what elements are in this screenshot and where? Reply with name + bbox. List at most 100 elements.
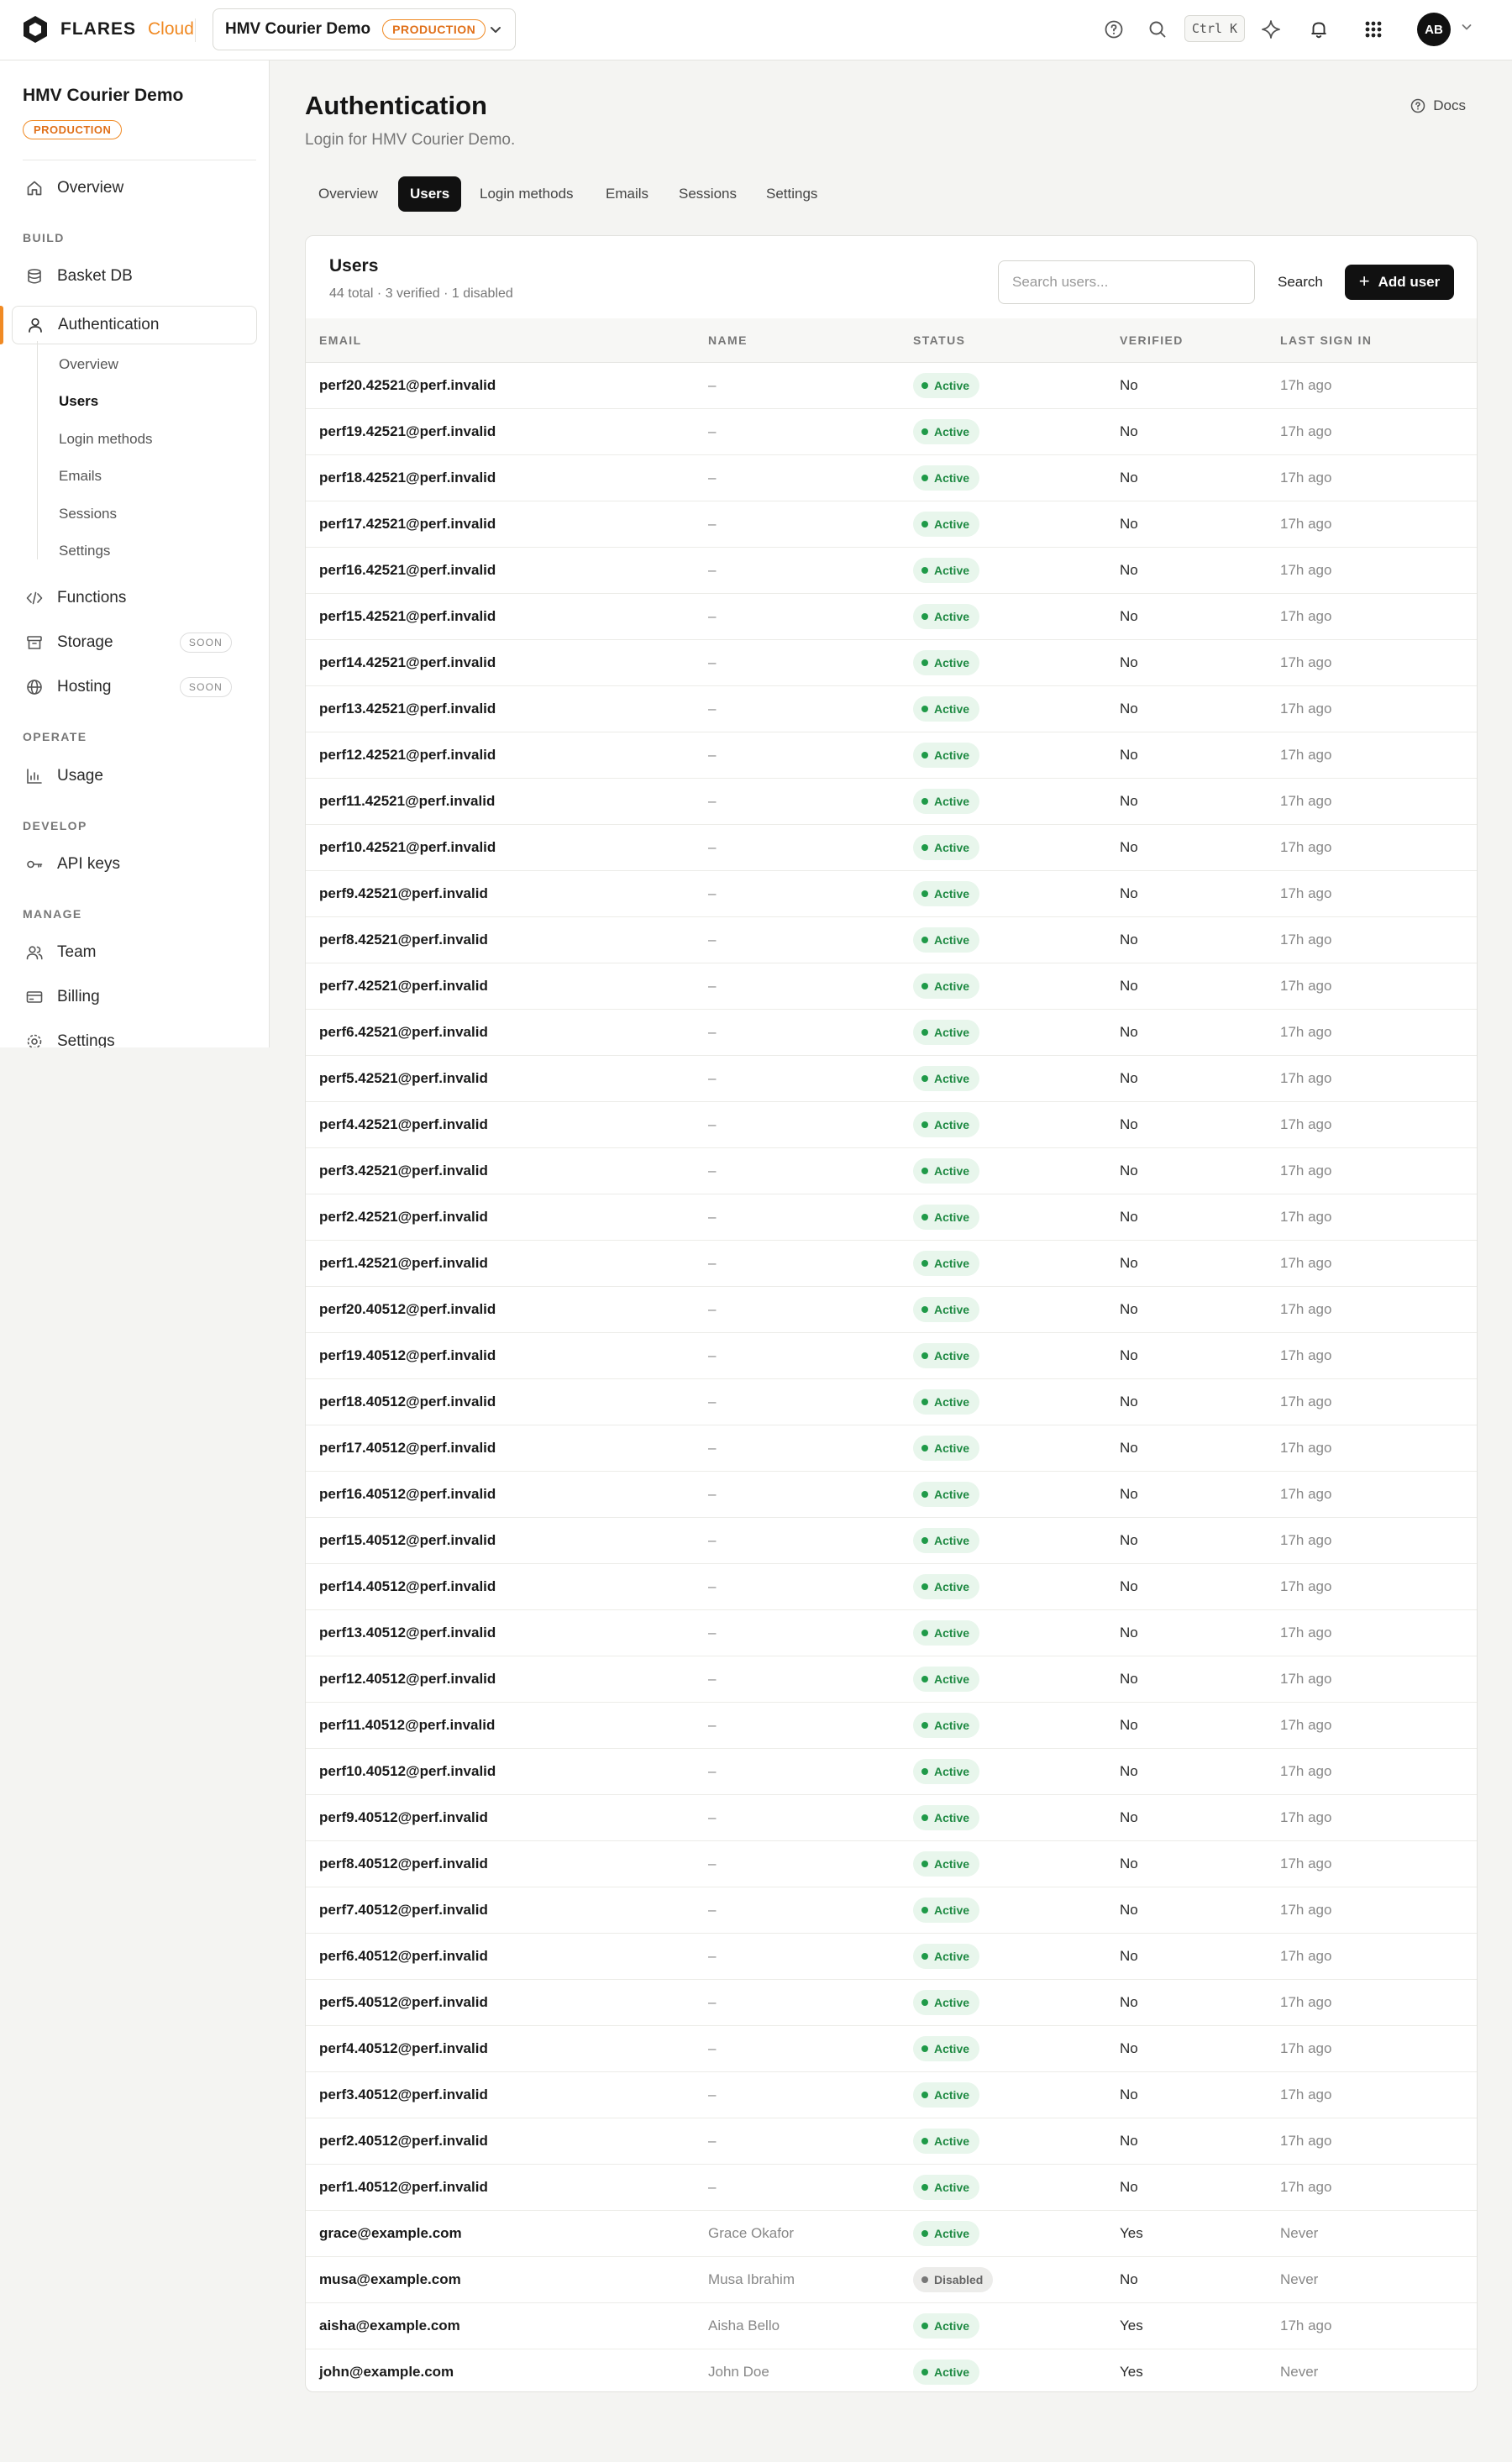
user-email[interactable]: perf8.40512@perf.invalid (306, 1840, 695, 1887)
chevron-down-icon[interactable] (1460, 20, 1473, 34)
table-row[interactable]: perf20.40512@perf.invalid – Active No 17h ag… (306, 1286, 1477, 1333)
subnav-item-overview[interactable]: Overview (59, 356, 118, 373)
column-header-name[interactable]: NAME (695, 318, 900, 363)
table-row[interactable]: perf16.40512@perf.invalid – Active No 17h ag… (306, 1471, 1477, 1518)
user-email[interactable]: perf3.40512@perf.invalid (306, 2071, 695, 2118)
user-email[interactable]: perf5.40512@perf.invalid (306, 1979, 695, 2026)
user-email[interactable]: grace@example.com (306, 2210, 695, 2257)
table-row[interactable]: perf17.42521@perf.invalid – Active No 17h ag… (306, 501, 1477, 548)
user-email[interactable]: perf13.42521@perf.invalid (306, 685, 695, 732)
tab-settings[interactable]: Settings (754, 176, 829, 212)
avatar[interactable]: AB (1417, 13, 1451, 46)
table-row[interactable]: perf1.42521@perf.invalid – Active No 17h ago (306, 1240, 1477, 1287)
user-email[interactable]: perf18.40512@perf.invalid (306, 1378, 695, 1425)
subnav-item-users[interactable]: Users (59, 393, 98, 410)
user-email[interactable]: perf1.42521@perf.invalid (306, 1240, 695, 1287)
user-email[interactable]: perf3.42521@perf.invalid (306, 1147, 695, 1194)
user-email[interactable]: perf10.40512@perf.invalid (306, 1748, 695, 1795)
user-email[interactable]: perf18.42521@perf.invalid (306, 454, 695, 501)
table-row[interactable]: grace@example.com Grace Okafor Active Yes Ne… (306, 2210, 1477, 2257)
user-email[interactable]: perf13.40512@perf.invalid (306, 1609, 695, 1656)
help-icon[interactable] (1103, 18, 1125, 40)
table-row[interactable]: perf18.40512@perf.invalid – Active No 17h ag… (306, 1378, 1477, 1425)
table-row[interactable]: perf11.40512@perf.invalid – Active No 17h ag… (306, 1702, 1477, 1749)
user-email[interactable]: perf20.42521@perf.invalid (306, 362, 695, 409)
apps-grid-icon[interactable] (1362, 18, 1384, 40)
table-row[interactable]: perf10.40512@perf.invalid – Active No 17h ag… (306, 1748, 1477, 1795)
tab-overview[interactable]: Overview (307, 176, 390, 212)
user-email[interactable]: perf17.42521@perf.invalid (306, 501, 695, 548)
table-row[interactable]: perf19.40512@perf.invalid – Active No 17h ag… (306, 1332, 1477, 1379)
sidebar-item-hosting[interactable]: Hosting SOON (12, 668, 257, 706)
table-row[interactable]: perf7.40512@perf.invalid – Active No 17h ago (306, 1887, 1477, 1934)
search-button[interactable]: Search (1269, 265, 1331, 299)
user-email[interactable]: aisha@example.com (306, 2302, 695, 2349)
table-row[interactable]: perf13.42521@perf.invalid – Active No 17h ag… (306, 685, 1477, 732)
user-email[interactable]: perf15.42521@perf.invalid (306, 593, 695, 640)
table-row[interactable]: perf6.42521@perf.invalid – Active No 17h ago (306, 1009, 1477, 1056)
column-header-verified[interactable]: VERIFIED (1106, 318, 1267, 363)
user-email[interactable]: perf7.42521@perf.invalid (306, 963, 695, 1010)
user-email[interactable]: perf19.42521@perf.invalid (306, 408, 695, 455)
column-header-email[interactable]: EMAIL (306, 318, 695, 363)
user-email[interactable]: perf16.40512@perf.invalid (306, 1471, 695, 1518)
sidebar-item-authentication[interactable]: Authentication (12, 306, 257, 344)
user-email[interactable]: perf9.40512@perf.invalid (306, 1794, 695, 1841)
table-row[interactable]: perf16.42521@perf.invalid – Active No 17h ag… (306, 547, 1477, 594)
project-switcher[interactable]: HMV Courier Demo PRODUCTION (213, 8, 516, 50)
user-email[interactable]: perf17.40512@perf.invalid (306, 1425, 695, 1472)
user-email[interactable]: perf9.42521@perf.invalid (306, 870, 695, 917)
table-row[interactable]: perf1.40512@perf.invalid – Active No 17h ago (306, 2164, 1477, 2211)
user-email[interactable]: perf4.40512@perf.invalid (306, 2025, 695, 2072)
user-email[interactable]: perf8.42521@perf.invalid (306, 916, 695, 963)
user-email[interactable]: john@example.com (306, 2349, 695, 2391)
user-email[interactable]: perf10.42521@perf.invalid (306, 824, 695, 871)
user-email[interactable]: perf11.42521@perf.invalid (306, 778, 695, 825)
table-row[interactable]: perf12.40512@perf.invalid – Active No 17h ag… (306, 1656, 1477, 1703)
sparkle-icon[interactable] (1260, 18, 1282, 40)
table-row[interactable]: perf11.42521@perf.invalid – Active No 17h ag… (306, 778, 1477, 825)
sidebar-item-team[interactable]: Team (12, 933, 257, 972)
command-shortcut[interactable]: Ctrl K (1184, 15, 1245, 42)
sidebar-item-functions[interactable]: Functions (12, 579, 257, 617)
sidebar-item-storage[interactable]: Storage SOON (12, 623, 257, 662)
subnav-item-login-methods[interactable]: Login methods (59, 431, 153, 448)
tab-sessions[interactable]: Sessions (667, 176, 748, 212)
table-row[interactable]: perf9.42521@perf.invalid – Active No 17h ago (306, 870, 1477, 917)
sidebar-item-basket-db[interactable]: Basket DB (12, 257, 257, 296)
subnav-item-emails[interactable]: Emails (59, 468, 102, 485)
tab-login-methods[interactable]: Login methods (468, 176, 585, 212)
sidebar-item-overview[interactable]: Overview (12, 169, 257, 207)
table-row[interactable]: perf12.42521@perf.invalid – Active No 17h ag… (306, 732, 1477, 779)
user-email[interactable]: perf2.40512@perf.invalid (306, 2118, 695, 2165)
user-email[interactable]: perf15.40512@perf.invalid (306, 1517, 695, 1564)
table-row[interactable]: perf15.40512@perf.invalid – Active No 17h ag… (306, 1517, 1477, 1564)
table-row[interactable]: perf2.40512@perf.invalid – Active No 17h ago (306, 2118, 1477, 2165)
table-row[interactable]: perf3.40512@perf.invalid – Active No 17h ago (306, 2071, 1477, 2118)
user-email[interactable]: perf12.42521@perf.invalid (306, 732, 695, 779)
search-icon[interactable] (1147, 18, 1168, 40)
table-row[interactable]: perf10.42521@perf.invalid – Active No 17h ag… (306, 824, 1477, 871)
table-row[interactable]: perf4.40512@perf.invalid – Active No 17h ago (306, 2025, 1477, 2072)
table-row[interactable]: perf17.40512@perf.invalid – Active No 17h ag… (306, 1425, 1477, 1472)
table-row[interactable]: perf20.42521@perf.invalid – Active No 17h ag… (306, 362, 1477, 409)
user-email[interactable]: perf4.42521@perf.invalid (306, 1101, 695, 1148)
table-row[interactable]: perf4.42521@perf.invalid – Active No 17h ago (306, 1101, 1477, 1148)
table-row[interactable]: perf8.42521@perf.invalid – Active No 17h ago (306, 916, 1477, 963)
user-email[interactable]: perf5.42521@perf.invalid (306, 1055, 695, 1102)
user-email[interactable]: perf14.42521@perf.invalid (306, 639, 695, 686)
table-row[interactable]: musa@example.com Musa Ibrahim Disabled No Ne… (306, 2256, 1477, 2303)
table-row[interactable]: perf9.40512@perf.invalid – Active No 17h ago (306, 1794, 1477, 1841)
user-email[interactable]: perf6.40512@perf.invalid (306, 1933, 695, 1980)
table-row[interactable]: perf2.42521@perf.invalid – Active No 17h ago (306, 1194, 1477, 1241)
column-header-last-sign-in[interactable]: LAST SIGN IN (1267, 318, 1477, 363)
user-email[interactable]: perf6.42521@perf.invalid (306, 1009, 695, 1056)
table-row[interactable]: perf6.40512@perf.invalid – Active No 17h ago (306, 1933, 1477, 1980)
table-row[interactable]: perf18.42521@perf.invalid – Active No 17h ag… (306, 454, 1477, 501)
user-email[interactable]: perf20.40512@perf.invalid (306, 1286, 695, 1333)
user-email[interactable]: musa@example.com (306, 2256, 695, 2303)
table-row[interactable]: perf5.42521@perf.invalid – Active No 17h ago (306, 1055, 1477, 1102)
add-user-button[interactable]: + Add user (1345, 265, 1454, 300)
table-row[interactable]: perf8.40512@perf.invalid – Active No 17h ago (306, 1840, 1477, 1887)
tab-emails[interactable]: Emails (594, 176, 660, 212)
